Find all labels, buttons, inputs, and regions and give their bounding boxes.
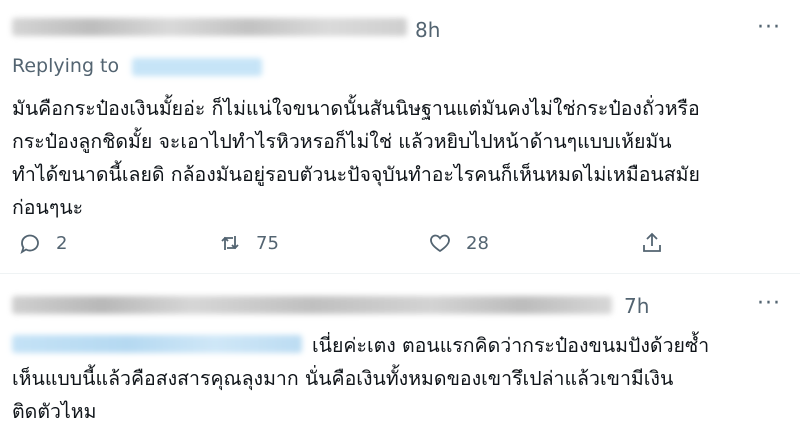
reply-icon <box>20 234 39 255</box>
tweet-actions: 2 75 28 <box>0 225 800 265</box>
replying-to-label: Replying to <box>12 55 120 77</box>
tweet-time[interactable]: 7h <box>624 294 649 318</box>
share-icon <box>643 232 661 252</box>
heart-icon <box>430 234 450 253</box>
author-name-blurred[interactable] <box>12 296 612 314</box>
share-button[interactable] <box>640 231 664 255</box>
more-options-icon[interactable]: ··· <box>757 291 781 316</box>
like-count: 28 <box>466 232 489 254</box>
tweet-1[interactable]: 8h ··· Replying to มันคือกระป๋องเงินมั้ย… <box>0 0 800 272</box>
more-options-icon[interactable]: ··· <box>757 15 781 40</box>
like-button[interactable]: 28 <box>428 231 489 255</box>
retweet-icon <box>221 236 239 250</box>
tweet-2[interactable]: 7h ··· เนี่ยค่ะเตง ตอนแรกคิดว่ากระป๋องขน… <box>0 276 800 430</box>
author-name-blurred[interactable] <box>12 18 407 36</box>
tweet-time[interactable]: 8h <box>415 18 440 42</box>
tweet-text: มันคือกระป๋องเงินมั้ยอ่ะ ก็ไม่แน่ใจขนาดน… <box>12 97 700 219</box>
reply-button[interactable]: 2 <box>18 231 67 255</box>
tweet-text: เนี่ยค่ะเตง ตอนแรกคิดว่ากระป๋องขนมปังด้ว… <box>12 334 710 423</box>
reply-count: 2 <box>56 232 68 254</box>
replying-to-handle-blurred[interactable] <box>132 58 262 76</box>
retweet-count: 75 <box>256 232 279 254</box>
retweet-button[interactable]: 75 <box>218 231 279 255</box>
tweet-divider <box>0 273 800 274</box>
